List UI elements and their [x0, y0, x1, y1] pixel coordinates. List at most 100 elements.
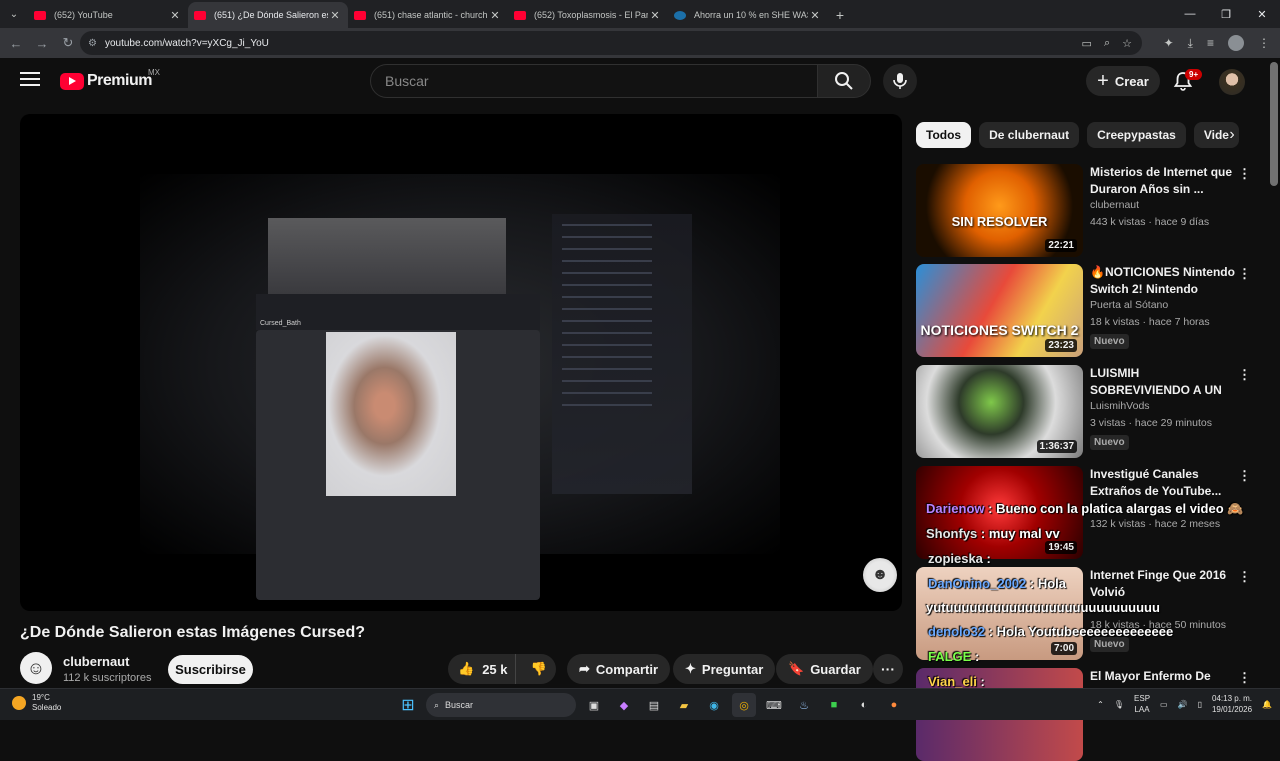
notification-center-icon[interactable]: 🔔 [1262, 700, 1272, 709]
weather-widget[interactable]: 19°C Soleado [12, 693, 61, 713]
bookmark-star-icon[interactable]: ☆ [1122, 37, 1132, 50]
more-vert-icon[interactable]: ⋮ [1238, 266, 1251, 282]
green-app-icon[interactable]: ■ [822, 693, 846, 717]
windows-start-icon[interactable]: ⊞ [396, 693, 420, 717]
voice-search-button[interactable] [883, 64, 917, 98]
filter-chip[interactable]: De clubernaut [979, 122, 1080, 148]
tab-search-button[interactable]: ⌄ [0, 0, 28, 28]
clock[interactable]: 04:13 p. m. 19/01/2026 [1212, 693, 1252, 715]
video-title[interactable]: Internet Finge Que 2016 Volvió [1090, 567, 1238, 601]
chrome-icon[interactable]: ◎ [732, 693, 756, 717]
more-vert-icon[interactable]: ⋮ [1238, 367, 1251, 383]
minimize-button[interactable]: — [1172, 0, 1208, 28]
filter-chip[interactable]: Todos [916, 122, 972, 148]
terminal-icon[interactable]: ⌨ [762, 693, 786, 717]
close-window-button[interactable]: ✕ [1244, 0, 1280, 28]
save-button[interactable]: 🔖 Guardar [776, 654, 873, 684]
store-icon[interactable]: ▤ [642, 693, 666, 717]
ask-button[interactable]: ✦ Preguntar [673, 654, 776, 684]
chevron-right-icon[interactable]: › [1220, 122, 1244, 148]
battery-icon[interactable]: ▯ [1198, 700, 1202, 709]
language-indicator[interactable]: ESP LAA [1134, 693, 1150, 715]
browser-app-icon[interactable]: ● [882, 693, 906, 717]
zoom-icon[interactable]: ⌕ [1104, 37, 1110, 50]
extensions-icon[interactable]: ✦ [1164, 36, 1174, 50]
plus-icon: + [1097, 69, 1109, 92]
recommended-video[interactable]: SIN RESOLVER 22:21 Misterios de Internet q… [916, 164, 1256, 257]
youtube-icon [514, 10, 526, 20]
recommended-video[interactable]: NOTICIONES SWITCH 2 23:23 🔥NOTICIONES Nint… [916, 264, 1256, 357]
new-tab-button[interactable]: + [828, 2, 852, 28]
share-button[interactable]: ➦ Compartir [567, 654, 671, 684]
reading-list-icon[interactable]: ≡ [1207, 36, 1214, 50]
browser-tab[interactable]: Ahorra un 10 % en SHE WAS 9 ✕ [668, 2, 828, 28]
recommended-video[interactable]: 1:36:37 LUISMIH SOBREVIVIENDO A UN APOCAL… [916, 365, 1256, 458]
steam-icon[interactable]: ♨ [792, 693, 816, 717]
recorder-icon[interactable]: ◐ [852, 693, 876, 717]
channel-avatar[interactable]: ☺ [20, 652, 52, 684]
dislike-button[interactable]: 👎 [522, 661, 556, 677]
close-tab-icon[interactable]: ✕ [168, 9, 182, 22]
channel-watermark-icon[interactable]: ☻ [863, 558, 897, 592]
video-thumbnail[interactable]: 1:36:37 [916, 365, 1083, 458]
network-icon[interactable]: ▭ [1160, 700, 1168, 709]
subscribe-button[interactable]: Suscribirse [168, 655, 253, 684]
chat-username: FALGE [928, 649, 972, 664]
video-title[interactable]: Investigué Canales Extraños de YouTube..… [1090, 466, 1238, 500]
video-meta: 132 k vistas · hace 2 meses [1090, 518, 1221, 530]
more-vert-icon[interactable]: ⋮ [1238, 670, 1251, 686]
browser-tab[interactable]: (651) ¿De Dónde Salieron estas✕ [188, 2, 348, 28]
channel-name[interactable]: clubernaut [1090, 199, 1139, 211]
more-vert-icon[interactable]: ⋮ [1238, 468, 1251, 484]
like-button[interactable]: 👍 25 k [448, 654, 516, 684]
forward-button[interactable]: → [30, 31, 54, 55]
copilot-icon[interactable]: ◆ [612, 693, 636, 717]
close-tab-icon[interactable]: ✕ [488, 9, 502, 22]
edge-icon[interactable]: ◉ [702, 693, 726, 717]
filter-chip[interactable]: Creepypastas [1087, 122, 1186, 148]
profile-avatar[interactable] [1228, 35, 1244, 51]
cast-icon[interactable]: ▭ [1082, 37, 1092, 50]
microphone-icon[interactable]: 🎙 [1114, 700, 1124, 709]
video-content-post-header: Cursed_Bath [256, 294, 540, 330]
site-info-icon[interactable]: ⚙ [88, 38, 97, 49]
task-view-icon[interactable]: ▣ [582, 693, 606, 717]
close-tab-icon[interactable]: ✕ [648, 9, 662, 22]
browser-tab[interactable]: (651) chase atlantic - church ; e ✕ [348, 2, 508, 28]
search-input[interactable]: Buscar [370, 64, 818, 98]
file-explorer-icon[interactable]: ▰ [672, 693, 696, 717]
channel-name[interactable]: clubernaut [63, 654, 129, 669]
video-title[interactable]: El Mayor Enfermo De [1090, 668, 1238, 685]
more-vert-icon[interactable]: ⋮ [1238, 166, 1251, 182]
reload-button[interactable]: ↻ [56, 31, 80, 55]
address-bar[interactable]: ⚙ youtube.com/watch?v=yXCg_Ji_YoU ▭ ⌕ ☆ [80, 31, 1142, 55]
search-button[interactable] [817, 64, 871, 98]
more-vert-icon[interactable]: ⋮ [1238, 569, 1251, 585]
download-icon[interactable]: ⤓ [1188, 36, 1193, 51]
back-button[interactable]: ← [4, 31, 28, 55]
youtube-premium-logo[interactable]: Premium MX [60, 68, 160, 90]
video-player[interactable]: Cursed_Bath ☻ [20, 114, 902, 611]
scrollbar[interactable] [1270, 62, 1278, 186]
channel-name[interactable]: LuismihVods [1090, 400, 1150, 412]
video-title[interactable]: Misterios de Internet que Duraron Años s… [1090, 164, 1238, 198]
close-tab-icon[interactable]: ✕ [808, 9, 822, 22]
maximize-button[interactable]: ❐ [1208, 0, 1244, 28]
create-button[interactable]: + Crear [1086, 66, 1160, 96]
browser-menu-icon[interactable]: ⋮ [1258, 36, 1270, 50]
more-actions-button[interactable]: ··· [873, 654, 903, 684]
browser-tab[interactable]: (652) YouTube ✕ [28, 2, 188, 28]
close-tab-icon[interactable]: ✕ [328, 9, 342, 22]
taskbar-search[interactable]: ⌕ Buscar [426, 693, 576, 717]
chevron-up-icon[interactable]: ⌃ [1097, 700, 1104, 709]
browser-tab[interactable]: (652) Toxoplasmosis - El Parásit✕ [508, 2, 668, 28]
video-title[interactable]: 🔥NOTICIONES Nintendo Switch 2! Nintendo … [1090, 264, 1238, 298]
video-thumbnail[interactable]: NOTICIONES SWITCH 2 23:23 [916, 264, 1083, 357]
volume-icon[interactable]: 🔊 [1178, 700, 1188, 709]
account-avatar[interactable] [1219, 69, 1245, 95]
video-thumbnail[interactable]: SIN RESOLVER 22:21 [916, 164, 1083, 257]
video-title[interactable]: LUISMIH SOBREVIVIENDO A UN APOCALIPSIS .… [1090, 365, 1238, 399]
menu-icon[interactable] [20, 72, 40, 88]
channel-name[interactable]: Puerta al Sótano [1090, 299, 1168, 311]
filter-chips: Todos De clubernaut Creepypastas Vide [916, 122, 1246, 148]
